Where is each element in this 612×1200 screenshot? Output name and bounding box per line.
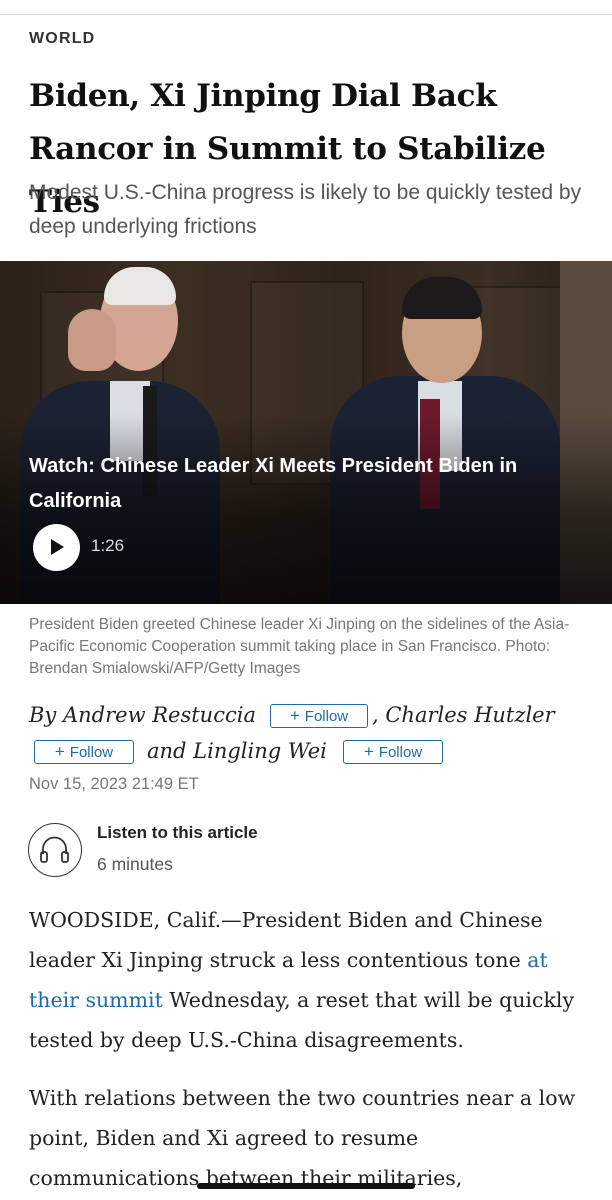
follow-button-restuccia[interactable]: + Follow — [270, 704, 368, 728]
follow-label: Follow — [304, 708, 349, 725]
play-icon — [51, 539, 64, 555]
article-paragraph: With relations between the two countries… — [29, 1086, 576, 1190]
plus-icon: + — [54, 742, 65, 761]
follow-button-wei[interactable]: + Follow — [343, 740, 443, 764]
home-indicator[interactable] — [197, 1183, 415, 1189]
headphones-icon — [40, 836, 69, 863]
follow-label: Follow — [378, 744, 423, 761]
photo-caption: President Biden greeted Chinese leader X… — [29, 616, 570, 677]
plus-icon: + — [289, 706, 300, 725]
publish-date: Nov 15, 2023 21:49 ET — [29, 775, 199, 793]
follow-label: Follow — [69, 744, 114, 761]
top-divider — [0, 14, 612, 15]
byline-author-3[interactable]: and Lingling Wei — [147, 739, 327, 763]
video-title[interactable]: Watch: Chinese Leader Xi Meets President… — [29, 449, 549, 519]
follow-button-hutzler[interactable]: + Follow — [34, 740, 134, 764]
play-button[interactable] — [33, 524, 80, 571]
section-label[interactable]: WORLD — [29, 30, 95, 48]
listen-button[interactable] — [28, 823, 82, 877]
paragraph-text: WOODSIDE, Calif.—President Biden and Chi… — [29, 908, 543, 972]
byline-author-1[interactable]: By Andrew Restuccia — [29, 703, 256, 727]
byline-author-2[interactable]: , Charles Hutzler — [372, 703, 555, 727]
article-dek: Modest U.S.-China progress is likely to … — [29, 181, 582, 238]
plus-icon: + — [363, 742, 374, 761]
video-duration: 1:26 — [91, 536, 125, 555]
listen-duration: 6 minutes — [97, 854, 173, 874]
listen-title[interactable]: Listen to this article — [97, 823, 258, 843]
article-paragraph: WOODSIDE, Calif.—President Biden and Chi… — [29, 900, 589, 1060]
